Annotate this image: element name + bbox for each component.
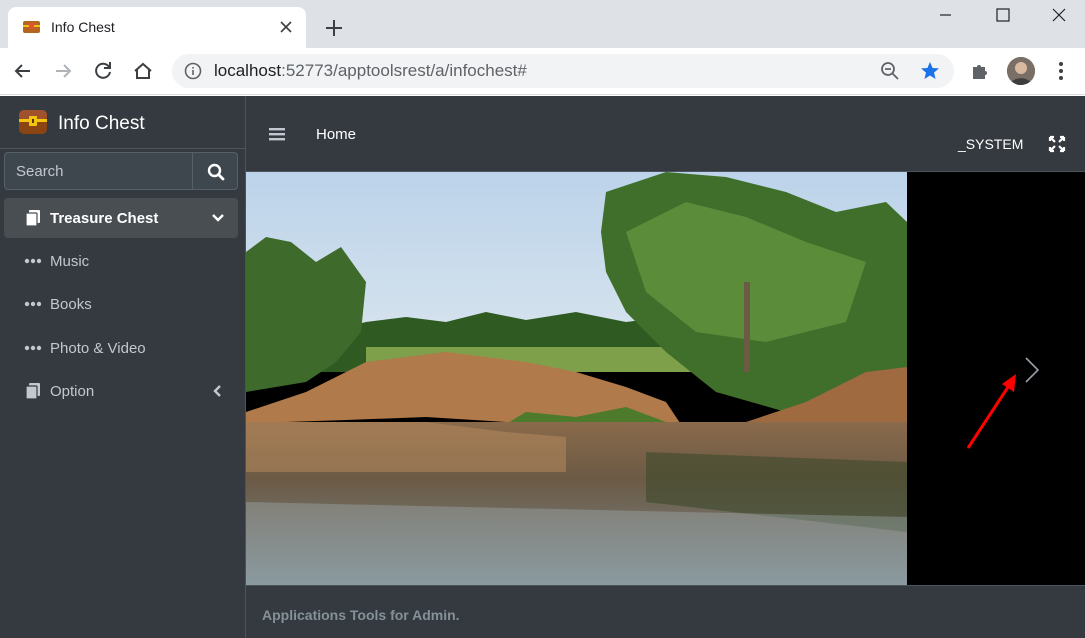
search-input[interactable] bbox=[4, 152, 193, 190]
back-icon[interactable] bbox=[10, 58, 36, 84]
browser-tab[interactable]: Info Chest bbox=[8, 7, 306, 48]
hamburger-menu-icon[interactable] bbox=[268, 126, 286, 142]
sidebar-item-label: Music bbox=[50, 253, 90, 270]
window-close-icon[interactable] bbox=[1036, 0, 1082, 30]
sidebar-item-label: Treasure Chest bbox=[50, 210, 159, 227]
sidebar: Info Chest Treasure Chest Music Books bbox=[0, 96, 246, 638]
address-bar[interactable]: localhost:52773/apptoolsrest/a/infochest… bbox=[172, 54, 954, 88]
menu-icon[interactable] bbox=[1050, 58, 1072, 84]
annotation-arrow-icon bbox=[966, 374, 1016, 449]
sidebar-search bbox=[4, 152, 238, 190]
brand-text: Info Chest bbox=[58, 113, 145, 134]
chevron-right-icon[interactable] bbox=[1022, 356, 1042, 384]
copy-icon bbox=[25, 210, 40, 227]
copy-icon bbox=[25, 383, 40, 400]
browser-tabstrip: Info Chest bbox=[0, 0, 1085, 48]
chevron-down-icon bbox=[212, 214, 224, 222]
footer: Applications Tools for Admin. bbox=[246, 585, 1085, 638]
star-icon[interactable] bbox=[920, 61, 940, 81]
top-navbar: Home _SYSTEM bbox=[246, 96, 1085, 172]
brand-link[interactable]: Info Chest bbox=[0, 96, 246, 149]
treasure-chest-logo-icon bbox=[19, 110, 47, 134]
sidebar-item-photo-video[interactable]: Photo & Video bbox=[4, 328, 238, 368]
forward-icon[interactable] bbox=[50, 58, 76, 84]
plus-icon[interactable] bbox=[320, 14, 348, 42]
favicon-chest-icon bbox=[23, 21, 40, 33]
zoom-icon[interactable] bbox=[880, 61, 900, 81]
sidebar-item-treasure-chest[interactable]: Treasure Chest bbox=[4, 198, 238, 238]
avatar[interactable] bbox=[1007, 57, 1035, 85]
ellipsis-icon bbox=[24, 301, 42, 307]
ellipsis-icon bbox=[24, 258, 42, 264]
sidebar-item-books[interactable]: Books bbox=[4, 284, 238, 324]
close-icon[interactable] bbox=[276, 17, 296, 37]
extensions-icon[interactable] bbox=[969, 58, 993, 82]
footer-text: Applications Tools for Admin. bbox=[262, 607, 460, 623]
search-icon bbox=[207, 163, 225, 181]
sidebar-item-label: Books bbox=[50, 296, 92, 313]
url-text[interactable]: localhost:52773/apptoolsrest/a/infochest… bbox=[214, 61, 527, 81]
home-link[interactable]: Home bbox=[316, 126, 356, 143]
fullscreen-icon[interactable] bbox=[1048, 135, 1066, 153]
sidebar-item-option[interactable]: Option bbox=[4, 371, 238, 411]
user-name[interactable]: _SYSTEM bbox=[958, 136, 1023, 152]
sidebar-item-label: Photo & Video bbox=[50, 340, 146, 357]
minimize-icon[interactable] bbox=[922, 0, 968, 30]
search-button[interactable] bbox=[192, 152, 238, 190]
river-landscape-photo bbox=[246, 172, 907, 585]
browser-toolbar: localhost:52773/apptoolsrest/a/infochest… bbox=[0, 48, 1085, 95]
maximize-icon[interactable] bbox=[980, 0, 1026, 30]
chevron-left-icon bbox=[213, 385, 221, 397]
sidebar-item-label: Option bbox=[50, 383, 95, 400]
sidebar-item-music[interactable]: Music bbox=[4, 241, 238, 281]
home-icon[interactable] bbox=[130, 58, 156, 84]
info-icon[interactable] bbox=[184, 62, 202, 80]
tab-title: Info Chest bbox=[51, 19, 115, 35]
ellipsis-icon bbox=[24, 345, 42, 351]
reload-icon[interactable] bbox=[90, 58, 116, 84]
